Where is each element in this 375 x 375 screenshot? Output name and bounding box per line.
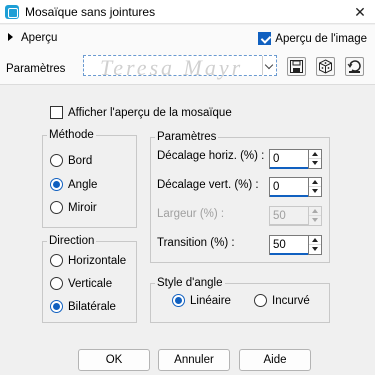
arrow-up-icon — [309, 207, 321, 216]
radio-methode-bord[interactable]: Bord — [50, 154, 92, 167]
stepper-buttons[interactable] — [309, 149, 322, 169]
width-input: 50 — [269, 206, 309, 226]
radio-direction-horizontale[interactable]: Horizontale — [50, 254, 126, 267]
save-preset-button[interactable] — [287, 57, 306, 76]
reset-button[interactable] — [345, 57, 364, 76]
radio-label: Horizontale — [68, 254, 127, 267]
radio-label: Linéaire — [190, 294, 231, 307]
radio-icon — [254, 294, 267, 307]
close-button[interactable]: ✕ — [345, 0, 375, 24]
style-angle-title: Style d'angle — [155, 277, 225, 289]
arrow-up-icon[interactable] — [309, 236, 321, 245]
radio-methode-miroir[interactable]: Miroir — [50, 201, 97, 214]
ok-button[interactable]: OK — [78, 349, 150, 371]
app-icon — [5, 5, 19, 19]
radio-selected-icon — [50, 300, 63, 313]
radio-icon — [50, 254, 63, 267]
direction-title: Direction — [47, 235, 97, 247]
arrow-down-icon[interactable] — [309, 187, 321, 196]
radio-direction-bilaterale[interactable]: Bilatérale — [50, 300, 116, 313]
checkbox-checked-icon — [258, 32, 272, 45]
radio-label: Incurvé — [272, 294, 310, 307]
preview-label: Aperçu — [21, 32, 58, 44]
window-title: Mosaïque sans jointures — [25, 5, 156, 19]
radio-icon — [50, 277, 63, 290]
radio-label: Bilatérale — [68, 300, 116, 313]
h-offset-stepper[interactable]: 0 — [269, 149, 322, 169]
transition-label: Transition (%) : — [157, 237, 235, 249]
radio-label: Angle — [68, 178, 98, 191]
mosaic-preview-checkbox[interactable]: Afficher l'aperçu de la mosaïque — [50, 106, 232, 119]
radio-label: Bord — [68, 154, 93, 167]
radio-label: Verticale — [68, 277, 113, 290]
radio-icon — [50, 154, 63, 167]
chevron-down-icon[interactable] — [262, 56, 276, 75]
preview-image-label: Aperçu de l'image — [275, 32, 367, 45]
watermark: Teresa Mayr — [100, 55, 244, 80]
stepper-buttons[interactable] — [309, 235, 322, 255]
v-offset-stepper[interactable]: 0 — [269, 177, 322, 197]
radio-direction-verticale[interactable]: Verticale — [50, 277, 112, 290]
h-offset-label: Décalage horiz. (%) : — [157, 150, 265, 162]
stepper-buttons — [309, 206, 322, 226]
title-bar: Mosaïque sans jointures ✕ — [0, 0, 375, 24]
v-offset-input[interactable]: 0 — [269, 177, 309, 197]
arrow-down-icon[interactable] — [309, 159, 321, 168]
dice-icon — [319, 59, 332, 74]
width-label: Largeur (%) : — [157, 208, 225, 220]
expand-arrow-icon — [8, 33, 13, 41]
stepper-buttons[interactable] — [309, 177, 322, 197]
radio-methode-angle[interactable]: Angle — [50, 178, 97, 191]
help-button[interactable]: Aide — [239, 349, 311, 371]
save-icon — [290, 60, 303, 73]
radio-label: Miroir — [68, 201, 97, 214]
methode-title: Méthode — [47, 129, 96, 141]
reset-icon — [347, 60, 361, 73]
transition-stepper[interactable]: 50 — [269, 235, 322, 255]
params-label: Paramètres — [6, 63, 66, 75]
radio-style-incurve[interactable]: Incurvé — [254, 294, 310, 307]
radio-icon — [50, 201, 63, 214]
preview-toggle[interactable]: Aperçu — [8, 32, 57, 44]
checkbox-unchecked-icon — [50, 106, 63, 119]
h-offset-input[interactable]: 0 — [269, 149, 309, 169]
arrow-down-icon — [309, 216, 321, 225]
cancel-button[interactable]: Annuler — [158, 349, 230, 371]
v-offset-label: Décalage vert. (%) : — [157, 179, 259, 191]
arrow-down-icon[interactable] — [309, 245, 321, 254]
radio-style-lineaire[interactable]: Linéaire — [172, 294, 231, 307]
preview-image-checkbox[interactable]: Aperçu de l'image — [258, 32, 367, 45]
arrow-up-icon[interactable] — [309, 150, 321, 159]
width-stepper: 50 — [269, 206, 322, 226]
top-strip: Aperçu Aperçu de l'image Paramètres Tere… — [0, 25, 375, 85]
arrow-up-icon[interactable] — [309, 178, 321, 187]
transition-input[interactable]: 50 — [269, 235, 309, 255]
radio-selected-icon — [50, 178, 63, 191]
radio-selected-icon — [172, 294, 185, 307]
mosaic-preview-label: Afficher l'aperçu de la mosaïque — [68, 106, 232, 119]
parametres-title: Paramètres — [155, 131, 219, 143]
randomize-button[interactable] — [316, 57, 335, 76]
